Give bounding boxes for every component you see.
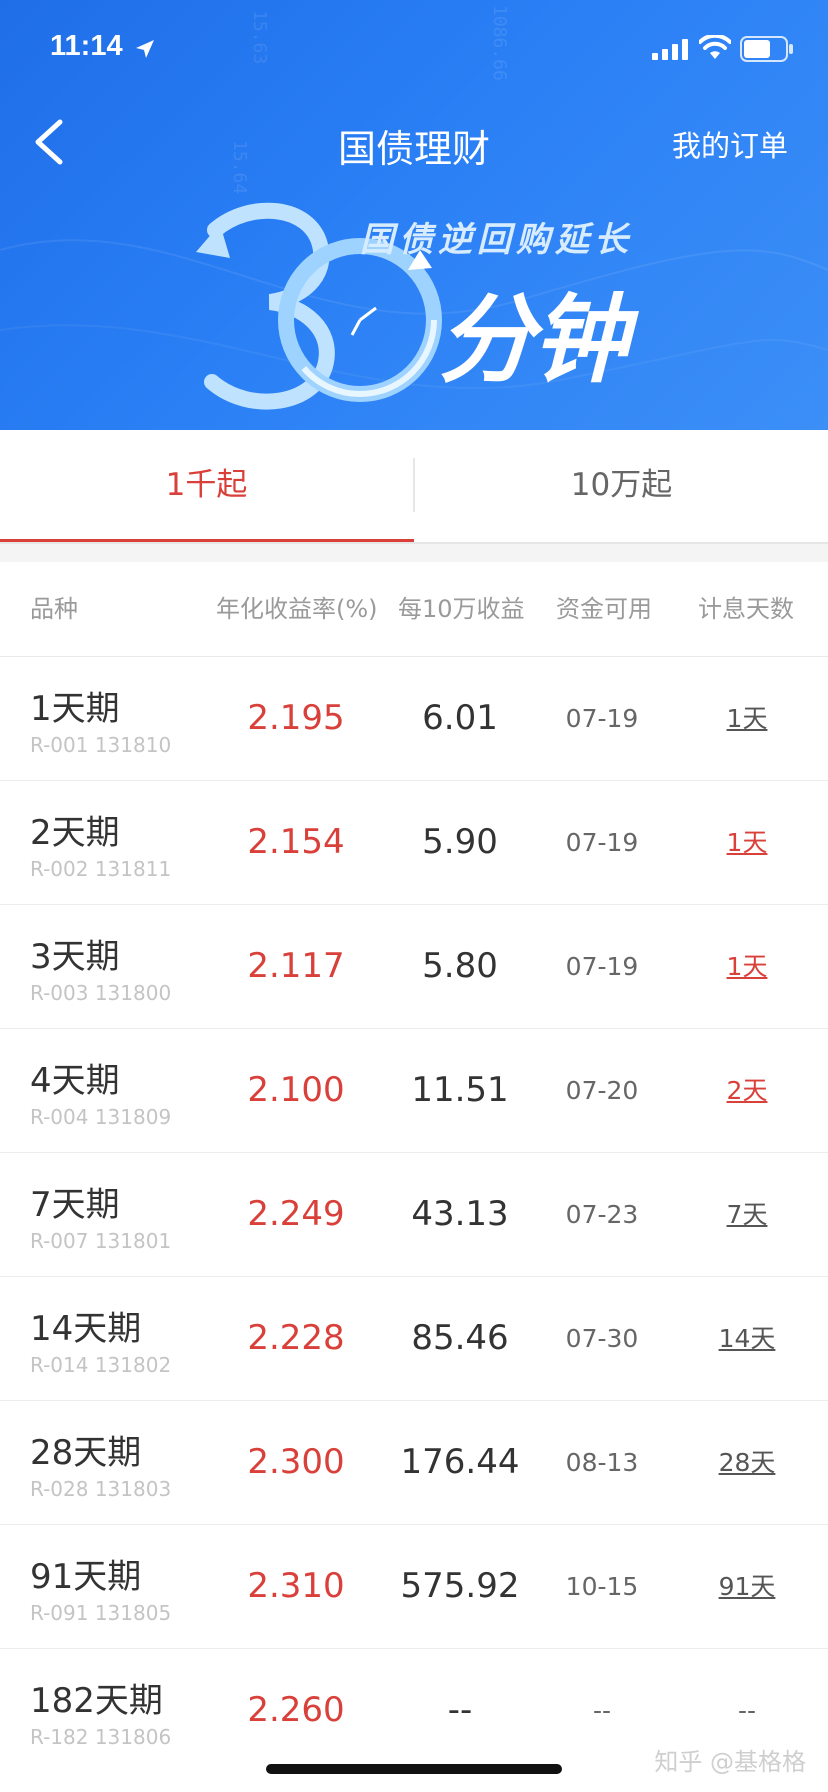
interest-days-link[interactable]: 28天 bbox=[672, 1401, 822, 1524]
interest-days-link[interactable]: 1天 bbox=[672, 905, 822, 1028]
my-orders-link[interactable]: 我的订单 bbox=[672, 123, 788, 165]
product-code: R-002 131811 bbox=[30, 857, 172, 881]
banner-main-text: 分钟 bbox=[438, 284, 628, 396]
interest-days-link[interactable]: 1天 bbox=[672, 781, 822, 904]
product-code: R-003 131800 bbox=[30, 981, 172, 1005]
funds-available-date: 07-19 bbox=[565, 952, 639, 981]
interest-days-link[interactable]: 14天 bbox=[672, 1277, 822, 1400]
header-funds-available: 资金可用 bbox=[556, 595, 652, 623]
header-variety: 品种 bbox=[30, 595, 78, 623]
wifi-icon bbox=[699, 35, 731, 59]
table-row[interactable]: 3天期 R-003 131800 2.117 5.80 07-19 1天 bbox=[0, 905, 828, 1029]
funds-available-date: 10-15 bbox=[565, 1572, 639, 1601]
banner-subtitle: 国债逆回购延长 bbox=[360, 220, 633, 260]
table-row[interactable]: 2天期 R-002 131811 2.154 5.90 07-19 1天 bbox=[0, 781, 828, 905]
tab-1k[interactable]: 1千起 bbox=[0, 430, 413, 540]
tab-100k[interactable]: 10万起 bbox=[415, 430, 828, 540]
product-code: R-182 131806 bbox=[30, 1725, 172, 1749]
status-time: 11:14 bbox=[50, 30, 123, 62]
table-row[interactable]: 91天期 R-091 131805 2.310 575.92 10-15 91天 bbox=[0, 1525, 828, 1649]
table-row[interactable]: 14天期 R-014 131802 2.228 85.46 07-30 14天 bbox=[0, 1277, 828, 1401]
table-row[interactable]: 1天期 R-001 131810 2.195 6.01 07-19 1天 bbox=[0, 657, 828, 781]
product-code: R-014 131802 bbox=[30, 1353, 172, 1377]
header-interest-days: 计息天数 bbox=[698, 595, 794, 623]
funds-available-date: 07-23 bbox=[565, 1200, 639, 1229]
funds-available-date: 08-13 bbox=[565, 1448, 639, 1477]
interest-days-link[interactable]: 2天 bbox=[672, 1029, 822, 1152]
table-row[interactable]: 28天期 R-028 131803 2.300 176.44 08-13 28天 bbox=[0, 1401, 828, 1525]
active-tab-indicator bbox=[0, 539, 414, 542]
funds-available-date: 07-19 bbox=[565, 704, 639, 733]
location-arrow-icon bbox=[136, 40, 154, 58]
product-name: 28天期 bbox=[30, 1433, 142, 1473]
product-name: 4天期 bbox=[30, 1061, 120, 1101]
status-bar: 11:14 bbox=[0, 0, 828, 100]
cellular-signal-icon bbox=[652, 39, 688, 60]
product-name: 182天期 bbox=[30, 1681, 163, 1721]
product-code: R-091 131805 bbox=[30, 1601, 172, 1625]
product-code: R-001 131810 bbox=[30, 733, 172, 757]
product-list: 1天期 R-001 131810 2.195 6.01 07-19 1天 2天期 R-002 … bbox=[0, 657, 828, 1772]
product-code: R-004 131809 bbox=[30, 1105, 172, 1129]
product-code: R-028 131803 bbox=[30, 1477, 172, 1501]
table-header: 品种 年化收益率(%) 每10万收益 资金可用 计息天数 bbox=[0, 562, 828, 657]
funds-available-date: 07-20 bbox=[565, 1076, 639, 1105]
interest-days-link[interactable]: 91天 bbox=[672, 1525, 822, 1648]
product-name: 2天期 bbox=[30, 813, 120, 853]
amount-tabs: 1千起 10万起 bbox=[0, 430, 828, 544]
footer-watermark: 知乎 @基格格 bbox=[654, 1748, 806, 1776]
interest-days-link[interactable]: 7天 bbox=[672, 1153, 822, 1276]
product-name: 91天期 bbox=[30, 1557, 142, 1597]
product-name: 7天期 bbox=[30, 1185, 120, 1225]
funds-available-date: 07-30 bbox=[565, 1324, 639, 1353]
header-income-per-100k: 每10万收益 bbox=[398, 595, 525, 623]
header-annual-rate: 年化收益率(%) bbox=[216, 595, 378, 623]
interest-days-link[interactable]: 1天 bbox=[672, 657, 822, 780]
product-name: 3天期 bbox=[30, 937, 120, 977]
product-code: R-007 131801 bbox=[30, 1229, 172, 1253]
section-gap bbox=[0, 544, 828, 562]
product-name: 14天期 bbox=[30, 1309, 142, 1349]
hero-header: 15.63 1086.66 15.64 11:14 国债理财 我的订单 国债逆回… bbox=[0, 0, 828, 430]
product-name: 1天期 bbox=[30, 689, 120, 729]
table-row[interactable]: 7天期 R-007 131801 2.249 43.13 07-23 7天 bbox=[0, 1153, 828, 1277]
home-indicator bbox=[266, 1764, 562, 1774]
table-row[interactable]: 4天期 R-004 131809 2.100 11.51 07-20 2天 bbox=[0, 1029, 828, 1153]
battery-icon bbox=[740, 36, 793, 62]
funds-available-date: 07-19 bbox=[565, 828, 639, 857]
